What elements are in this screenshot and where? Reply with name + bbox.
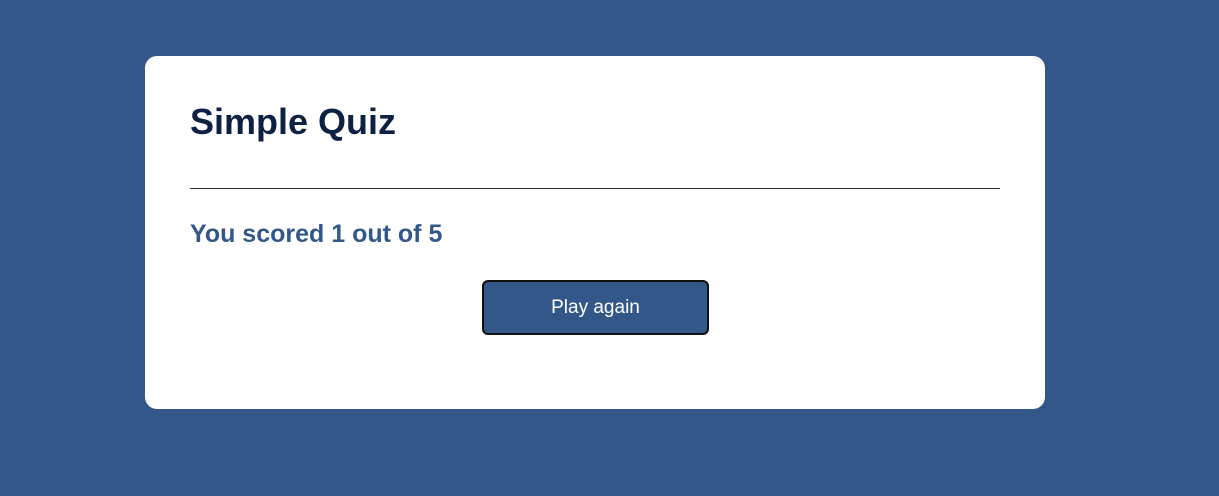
quiz-title: Simple Quiz (190, 101, 397, 142)
title-divider (190, 188, 1000, 189)
quiz-card: Simple Quiz You scored 1 out of 5 Play a… (145, 56, 1045, 409)
play-again-button[interactable]: Play again (482, 280, 709, 335)
score-text: You scored 1 out of 5 (190, 220, 443, 248)
